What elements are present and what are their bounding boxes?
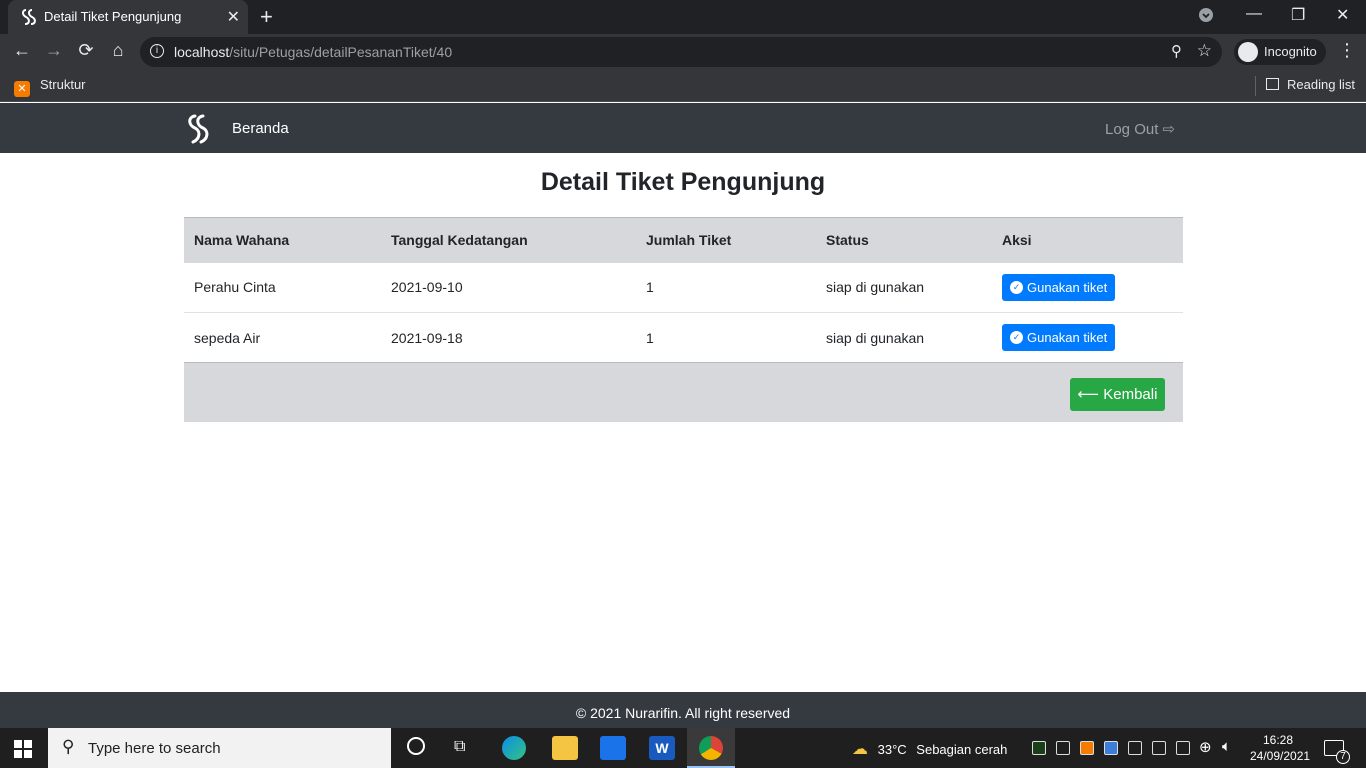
ticket-table: Nama Wahana Tanggal Kedatangan Jumlah Ti… (184, 217, 1183, 363)
use-ticket-button[interactable]: ✓ Gunakan tiket (1002, 273, 1116, 301)
site-favicon-icon (22, 9, 36, 25)
tab-search-icon[interactable] (1198, 7, 1214, 28)
windows-taskbar: ⚲ Type here to search ⧉ W ☁ 33°C Sebagia… (0, 728, 1366, 768)
security-icon[interactable] (1128, 741, 1142, 755)
cell-jumlah: 1 (646, 279, 654, 296)
notification-count: 7 (1336, 750, 1350, 764)
table-row: Perahu Cinta 2021-09-10 1 siap di gunaka… (184, 263, 1183, 313)
weather-widget[interactable]: ☁ 33°C Sebagian cerah (852, 739, 1007, 759)
cell-aksi: ✓ Gunakan tiket (992, 263, 1183, 313)
bookmark-star-icon[interactable]: ☆ (1197, 41, 1212, 61)
check-circle-icon: ✓ (1010, 331, 1023, 344)
word-icon[interactable]: W (649, 736, 675, 760)
nav-beranda-link[interactable]: Beranda (232, 120, 289, 137)
site-logo-icon[interactable] (186, 114, 210, 144)
task-view-icon[interactable]: ⧉ (454, 738, 465, 756)
logout-link[interactable]: Log Out ⇨ (1105, 120, 1175, 138)
back-arrow-icon[interactable]: ← (10, 40, 34, 61)
clock-time: 16:28 (1262, 733, 1294, 747)
reload-icon[interactable]: ⟳ (74, 40, 98, 61)
browser-toolbar: ← → ⟳ ⌂ i localhost/situ/Petugas/detailP… (0, 34, 1366, 70)
zoom-icon[interactable]: ⚲ (1171, 42, 1182, 60)
browser-menu-icon[interactable]: ⋮ (1338, 40, 1356, 61)
reading-list-icon (1266, 78, 1279, 90)
incognito-label: Incognito (1264, 44, 1317, 59)
cell-aksi: ✓ Gunakan tiket (992, 313, 1183, 363)
column-header: Status (826, 232, 869, 249)
url-text[interactable]: localhost/situ/Petugas/detailPesananTike… (174, 44, 452, 60)
table-header-row: Nama Wahana Tanggal Kedatangan Jumlah Ti… (184, 217, 1183, 263)
new-tab-icon[interactable]: + (260, 4, 273, 30)
tab-close-icon[interactable]: ✕ (227, 7, 240, 27)
site-navbar: Beranda Log Out ⇨ (0, 103, 1366, 153)
search-placeholder: Type here to search (88, 740, 221, 757)
restore-icon[interactable]: ❐ (1291, 5, 1305, 25)
xampp-tray-icon[interactable] (1080, 741, 1094, 755)
display-icon[interactable] (1152, 741, 1166, 755)
network-icon[interactable]: ⊕ (1199, 738, 1212, 756)
check-circle-icon: ✓ (1010, 280, 1023, 294)
cell-nama-wahana: sepeda Air (194, 329, 261, 346)
chrome-taskbar-button[interactable] (687, 728, 735, 768)
cortana-icon[interactable] (407, 737, 425, 755)
edge-icon[interactable] (502, 736, 526, 760)
network-monitor-icon[interactable] (1104, 741, 1118, 755)
chrome-icon (699, 736, 723, 760)
bookmarks-divider (1255, 76, 1256, 96)
column-header: Tanggal Kedatangan (391, 232, 528, 249)
cell-status: siap di gunakan (826, 279, 925, 296)
bookmark-struktur[interactable]: ✕ Struktur (14, 77, 86, 97)
battery-icon[interactable] (1176, 741, 1190, 755)
home-icon[interactable]: ⌂ (106, 40, 130, 61)
nvidia-icon[interactable] (1032, 741, 1046, 755)
tab-title: Detail Tiket Pengunjung (44, 9, 182, 24)
footer-copyright: © 2021 Nurarifin. All right reserved (575, 705, 791, 721)
window-close-icon[interactable]: ✕ (1336, 5, 1349, 25)
windows-start-icon[interactable] (14, 740, 32, 758)
cell-jumlah: 1 (646, 329, 654, 346)
page-title: Detail Tiket Pengunjung (540, 168, 826, 196)
incognito-badge[interactable]: Incognito (1234, 39, 1326, 65)
tray-app-icon[interactable] (1056, 741, 1070, 755)
back-button[interactable]: ⟵ Kembali (1070, 378, 1165, 411)
cell-nama-wahana: Perahu Cinta (194, 279, 276, 296)
forward-arrow-icon[interactable]: → (42, 40, 66, 61)
table-row: sepeda Air 2021-09-18 1 siap di gunakan … (184, 313, 1183, 363)
minimize-icon[interactable]: — (1246, 5, 1262, 23)
arrow-left-icon: ⟵ (1077, 386, 1100, 403)
address-bar[interactable]: i localhost/situ/Petugas/detailPesananTi… (140, 37, 1222, 67)
incognito-icon (1238, 42, 1258, 62)
search-icon: ⚲ (62, 737, 75, 756)
site-footer: © 2021 Nurarifin. All right reserved (0, 692, 1366, 728)
cell-status: siap di gunakan (826, 329, 925, 346)
bookmarks-bar: ✕ Struktur Reading list (0, 70, 1366, 102)
clock-date: 24/09/2021 (1250, 749, 1311, 763)
file-explorer-icon[interactable] (552, 736, 578, 760)
weather-icon: ☁ (852, 741, 868, 758)
system-clock[interactable]: 16:28 24/09/2021 (1250, 732, 1311, 764)
cell-tanggal: 2021-09-18 (391, 329, 463, 346)
table-footer-bar: ⟵ Kembali (184, 362, 1183, 422)
column-header: Nama Wahana (194, 232, 290, 249)
column-header: Jumlah Tiket (646, 232, 732, 249)
cell-tanggal: 2021-09-10 (391, 279, 463, 296)
xampp-icon: ✕ (14, 81, 30, 97)
browser-tab[interactable]: Detail Tiket Pengunjung ✕ (8, 0, 248, 34)
column-header: Aksi (1002, 232, 1032, 249)
site-info-icon[interactable]: i (150, 44, 164, 58)
browser-tabbar: Detail Tiket Pengunjung ✕ + — ❐ ✕ (0, 0, 1366, 34)
reading-list-button[interactable]: Reading list (1266, 77, 1355, 92)
taskbar-search-box[interactable]: ⚲ Type here to search (48, 728, 391, 768)
logout-icon: ⇨ (1162, 121, 1176, 138)
volume-icon[interactable]: 🔈︎ (1222, 738, 1231, 755)
use-ticket-button[interactable]: ✓ Gunakan tiket (1002, 324, 1116, 351)
mail-icon[interactable] (600, 736, 626, 760)
